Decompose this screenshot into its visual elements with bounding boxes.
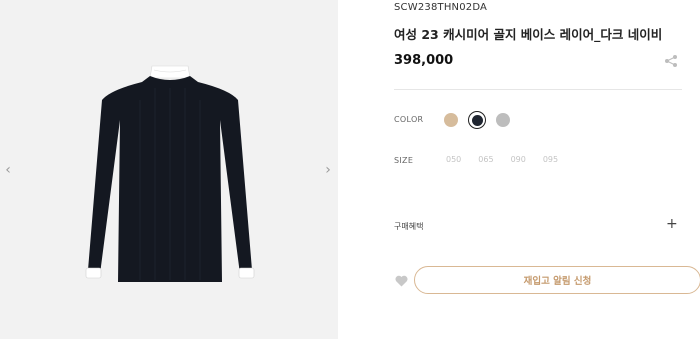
plus-icon[interactable]: + [666, 216, 678, 232]
size-option[interactable]: 090 [511, 155, 526, 164]
product-details: SCW238THN02DA 여성 23 캐시미어 골지 베이스 레이어_다크 네… [366, 0, 700, 339]
restock-alert-button[interactable]: 재입고 알림 신청 [414, 266, 700, 294]
color-swatch-dark-navy[interactable] [468, 111, 486, 129]
product-price: 398,000 [394, 53, 454, 68]
product-sku: SCW238THN02DA [394, 2, 488, 13]
purchase-benefits-label: 구매혜택 [394, 222, 424, 231]
chevron-right-icon[interactable]: › [322, 162, 334, 178]
product-title: 여성 23 캐시미어 골지 베이스 레이어_다크 네이비 [394, 27, 663, 42]
size-option[interactable]: 095 [543, 155, 558, 164]
product-image [85, 65, 255, 282]
size-option[interactable]: 065 [478, 155, 493, 164]
size-label: SIZE [394, 156, 414, 165]
heart-icon[interactable] [395, 275, 408, 287]
size-options: 050 065 090 095 [446, 155, 575, 164]
size-option[interactable]: 050 [446, 155, 461, 164]
color-swatch-beige[interactable] [444, 113, 458, 127]
color-swatch-grey[interactable] [496, 113, 510, 127]
color-swatches [444, 110, 520, 130]
color-label: COLOR [394, 115, 424, 124]
chevron-left-icon[interactable]: ‹ [2, 162, 14, 178]
product-gallery: ‹ › [0, 0, 338, 339]
divider [394, 89, 682, 90]
share-icon[interactable] [664, 54, 678, 68]
